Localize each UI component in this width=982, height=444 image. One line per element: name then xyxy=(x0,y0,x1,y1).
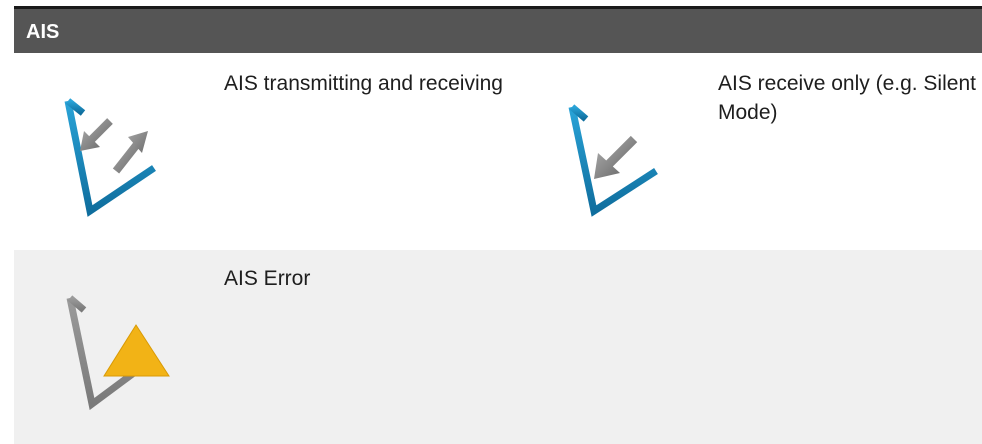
description-receive-only: AIS receive only (e.g. Silent Mode) xyxy=(718,72,976,124)
table-row: AIS transmitting and receiving AIS recei… xyxy=(14,53,982,250)
table-header: AIS xyxy=(14,9,982,53)
ais-receive-only-icon xyxy=(564,99,664,219)
ais-transmit-receive-icon xyxy=(58,93,168,218)
section-title: AIS xyxy=(26,21,60,43)
description-transmit-receive: AIS transmitting and receiving xyxy=(224,72,503,95)
description-error: AIS Error xyxy=(224,267,311,290)
table-row: AIS Error xyxy=(14,250,982,444)
ais-status-table: AIS AIS transmitting and receiving AIS r… xyxy=(14,6,982,444)
ais-error-icon xyxy=(64,292,174,410)
